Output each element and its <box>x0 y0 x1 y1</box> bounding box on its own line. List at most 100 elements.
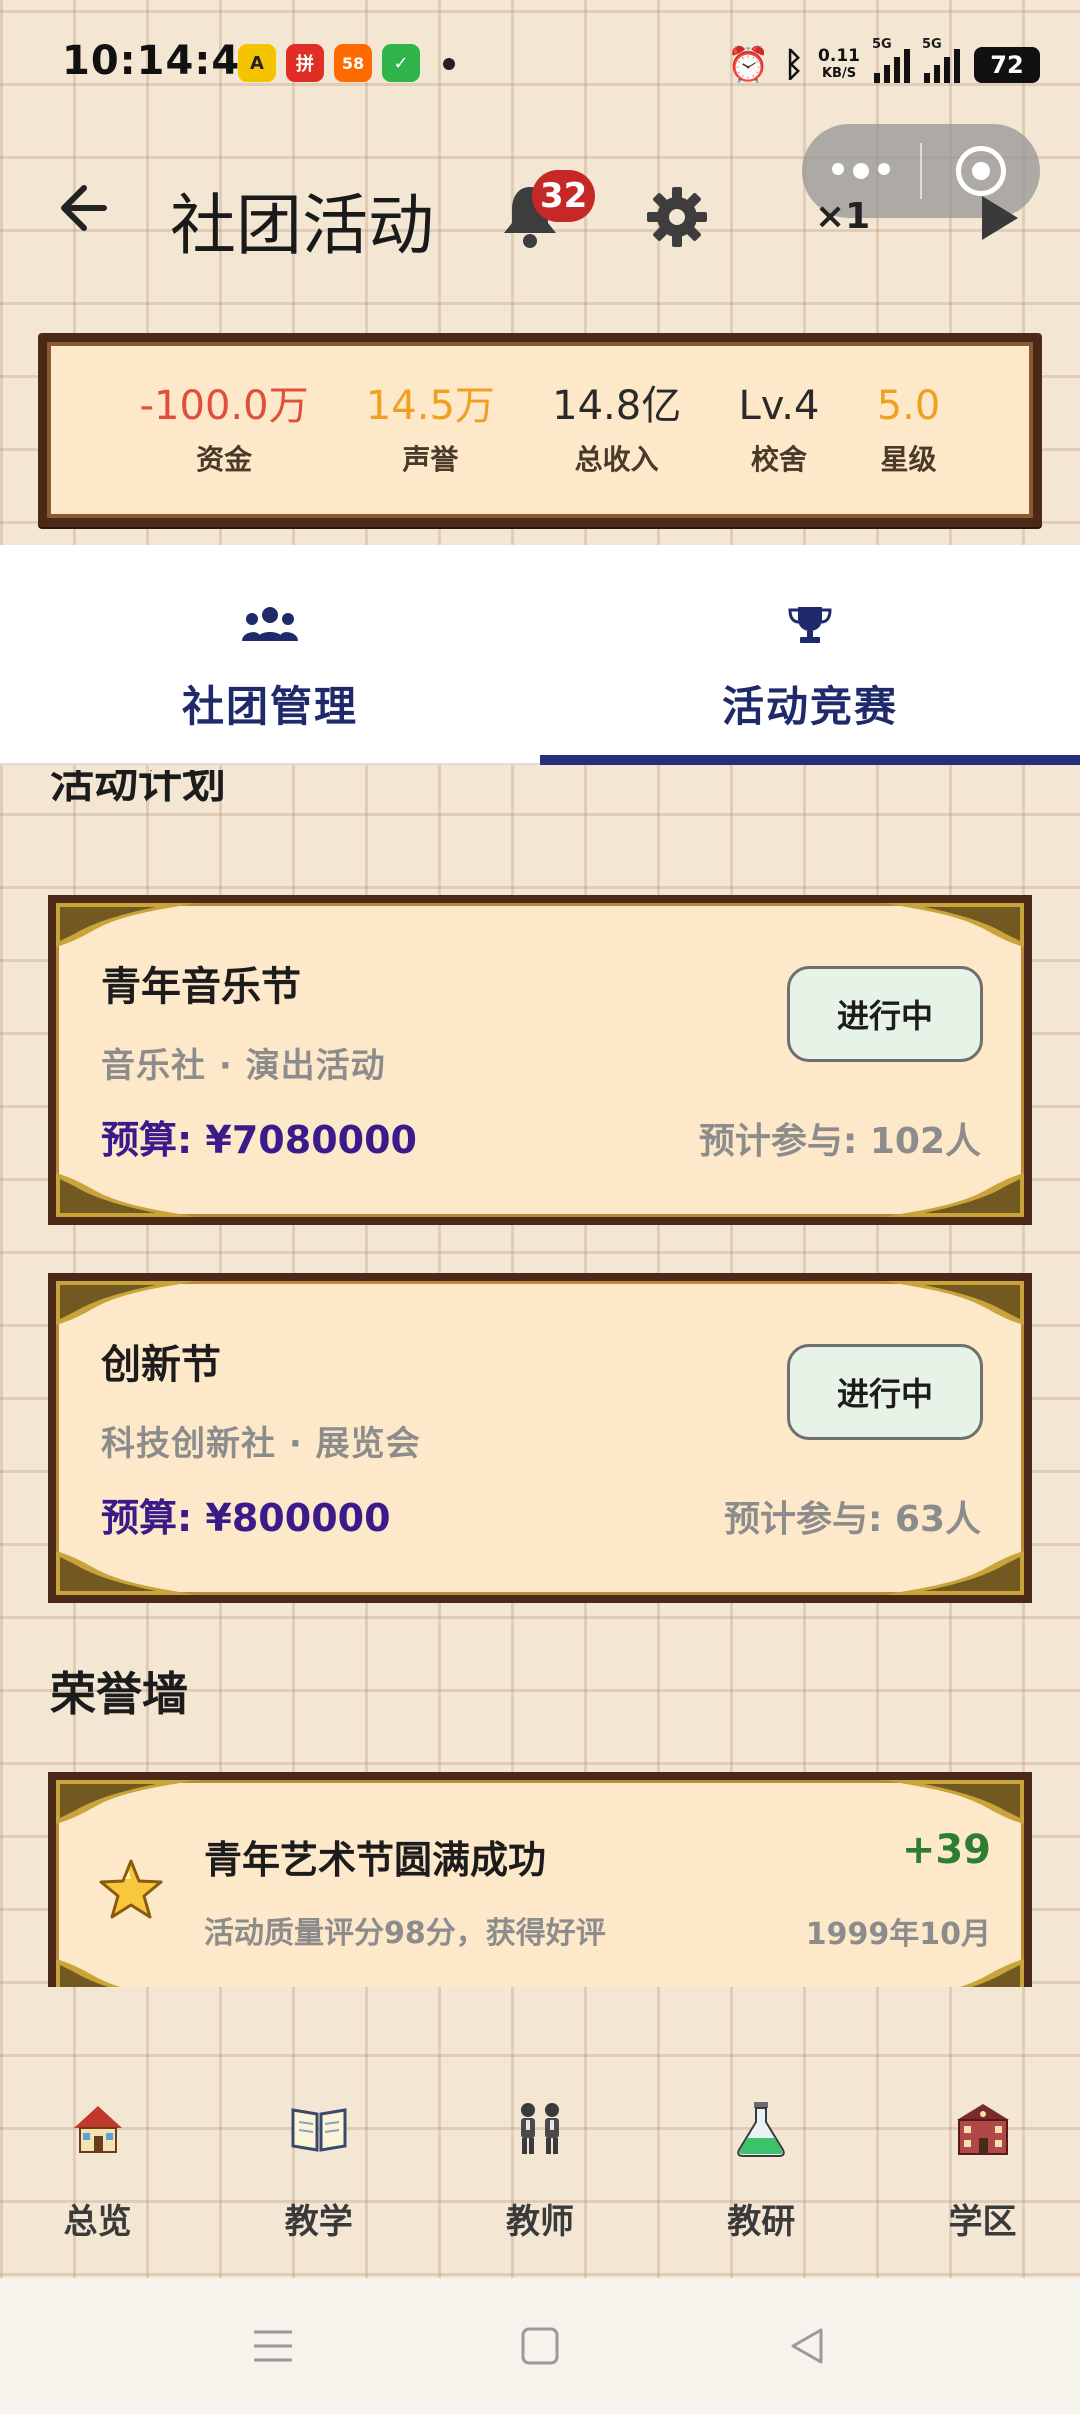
stats-panel-inner: -100.0万 资金 14.5万 声誉 14.8亿 总收入 Lv.4 校舍 5.… <box>47 342 1033 518</box>
notification-badge: 32 <box>532 170 596 222</box>
ornament-corner-icon <box>56 1959 196 1987</box>
ornament-corner-icon <box>884 1551 1024 1595</box>
close-miniprogram-button[interactable] <box>922 146 1040 196</box>
activity-budget: 预算: ¥800000 <box>101 1496 391 1540</box>
shield-icon: ✓ <box>382 44 420 82</box>
book-icon <box>291 2108 347 2152</box>
ornament-corner-icon <box>884 1959 1024 1987</box>
tab-activity-competition[interactable]: 活动竞赛 <box>540 545 1080 765</box>
trophy-icon <box>788 607 832 643</box>
ornament-corner-icon <box>884 903 1024 947</box>
signal-1-label: 5G <box>872 37 892 52</box>
alarm-icon: ⏰ <box>727 45 770 85</box>
nav-label: 教学 <box>284 2202 353 2242</box>
activity-card[interactable]: 青年音乐节 音乐社 · 演出活动 进行中 预算: ¥7080000 预计参与: … <box>48 895 1032 1225</box>
stat-label: 总收入 <box>574 443 659 476</box>
honor-description: 活动质量评分98分，获得好评 <box>204 1916 606 1951</box>
honor-card-inner: 青年艺术节圆满成功 活动质量评分98分，获得好评 +39 1999年10月 <box>56 1780 1024 1987</box>
house-icon <box>73 2106 122 2153</box>
activity-card-inner: 青年音乐节 音乐社 · 演出活动 进行中 预算: ¥7080000 预计参与: … <box>56 903 1024 1217</box>
nav-label: 教师 <box>506 2202 574 2242</box>
honor-points: +39 <box>901 1827 991 1873</box>
network-speed-value: 0.11 <box>818 46 860 66</box>
ornament-corner-icon <box>884 1281 1024 1325</box>
tab-label: 社团管理 <box>181 682 358 731</box>
activity-status-button[interactable]: 进行中 <box>787 966 983 1062</box>
amap-icon: A <box>238 44 276 82</box>
network-speed-unit: KB/S <box>821 66 857 81</box>
signal-1-icon: 5G <box>872 37 910 83</box>
nav-school-district[interactable]: 学区 <box>910 2080 1055 2280</box>
star-icon <box>99 1859 163 1919</box>
honor-title: 青年艺术节圆满成功 <box>204 1838 547 1882</box>
stat-value: Lv.4 <box>738 383 820 429</box>
stat-value: -100.0万 <box>139 383 309 429</box>
pdd-icon: 拼 <box>286 44 324 82</box>
bluetooth-icon: ᛒ <box>783 45 805 85</box>
stat-label: 声誉 <box>402 443 459 476</box>
signal-2-icon: 5G <box>922 37 960 83</box>
activity-budget: 预算: ¥7080000 <box>101 1118 417 1162</box>
teachers-icon <box>521 2103 559 2154</box>
stat-label: 校舍 <box>750 443 807 476</box>
battery-indicator: 72 <box>974 47 1040 83</box>
school-icon <box>956 2104 1009 2155</box>
ornament-corner-icon <box>884 1173 1024 1217</box>
tab-label: 活动竞赛 <box>721 682 898 731</box>
back-triangle-icon[interactable] <box>777 2316 837 2376</box>
group-icon <box>242 607 298 641</box>
system-navigation-bar <box>0 2278 1080 2414</box>
status-icons: ⏰ ᛒ 0.11 KB/S 5G 5G 72 <box>727 37 1040 90</box>
nav-label: 总览 <box>63 2202 132 2242</box>
stats-panel: -100.0万 资金 14.5万 声誉 14.8亿 总收入 Lv.4 校舍 5.… <box>38 333 1042 527</box>
section-title-honor-wall: 荣誉墙 <box>50 1667 188 1721</box>
ornament-corner-icon <box>56 1173 196 1217</box>
activity-status-button[interactable]: 进行中 <box>787 1344 983 1440</box>
signal-2-label: 5G <box>922 37 942 52</box>
activity-participants: 预计参与: 63人 <box>723 1499 981 1540</box>
bottom-navigation: 总览 教学 教师 教研 学区 <box>0 2080 1080 2280</box>
home-icon[interactable] <box>510 2316 570 2376</box>
stat-star-rating: 5.0 星级 <box>877 382 941 478</box>
tab-bar: 社团管理 活动竞赛 <box>0 545 1080 765</box>
app-58-icon: 58 <box>334 44 372 82</box>
ornament-corner-icon <box>56 903 196 947</box>
game-speed-label[interactable]: ×1 <box>815 196 870 237</box>
play-icon[interactable] <box>982 196 1018 240</box>
network-speed: 0.11 KB/S <box>818 47 860 83</box>
activity-card[interactable]: 创新节 科技创新社 · 展览会 进行中 预算: ¥800000 预计参与: 63… <box>48 1273 1032 1603</box>
nav-research[interactable]: 教研 <box>689 2080 834 2280</box>
stat-value: 14.5万 <box>365 383 495 429</box>
stat-value: 5.0 <box>876 383 941 429</box>
stat-label: 资金 <box>196 443 253 476</box>
activity-card-inner: 创新节 科技创新社 · 展览会 进行中 预算: ¥800000 预计参与: 63… <box>56 1281 1024 1595</box>
more-notifications-dot-icon <box>443 58 455 70</box>
stat-label: 星级 <box>880 443 937 476</box>
gear-icon[interactable] <box>645 185 709 249</box>
stat-total-income: 14.8亿 总收入 <box>552 382 681 478</box>
tab-club-management[interactable]: 社团管理 <box>0 545 540 765</box>
recent-apps-icon[interactable] <box>243 2316 303 2376</box>
honor-card[interactable]: 青年艺术节圆满成功 活动质量评分98分，获得好评 +39 1999年10月 <box>48 1772 1032 1987</box>
stat-value: 14.8亿 <box>552 383 682 429</box>
flask-icon <box>737 2102 786 2157</box>
stat-campus-level: Lv.4 校舍 <box>738 382 819 478</box>
ornament-corner-icon <box>884 1780 1024 1824</box>
stat-funds: -100.0万 资金 <box>140 382 309 478</box>
ornament-corner-icon <box>56 1780 196 1824</box>
nav-teaching[interactable]: 教学 <box>246 2080 391 2280</box>
nav-label: 学区 <box>948 2202 1017 2242</box>
nav-teachers[interactable]: 教师 <box>468 2080 613 2280</box>
ornament-corner-icon <box>56 1281 196 1325</box>
activity-participants: 预计参与: 102人 <box>698 1121 981 1162</box>
page-title: 社团活动 <box>170 187 434 264</box>
more-menu-button[interactable] <box>802 163 920 179</box>
ornament-corner-icon <box>56 1551 196 1595</box>
nav-overview[interactable]: 总览 <box>25 2080 170 2280</box>
back-arrow-icon[interactable] <box>54 180 124 250</box>
nav-label: 教研 <box>727 2202 796 2242</box>
section-title-activity-plan: 活动计划 <box>50 770 226 830</box>
honor-date: 1999年10月 <box>805 1917 991 1952</box>
status-bar: 10:14:44 A 拼 58 ✓ ⏰ ᛒ 0.11 KB/S 5G 5G 72 <box>0 0 1080 130</box>
stat-reputation: 14.5万 声誉 <box>366 382 495 478</box>
